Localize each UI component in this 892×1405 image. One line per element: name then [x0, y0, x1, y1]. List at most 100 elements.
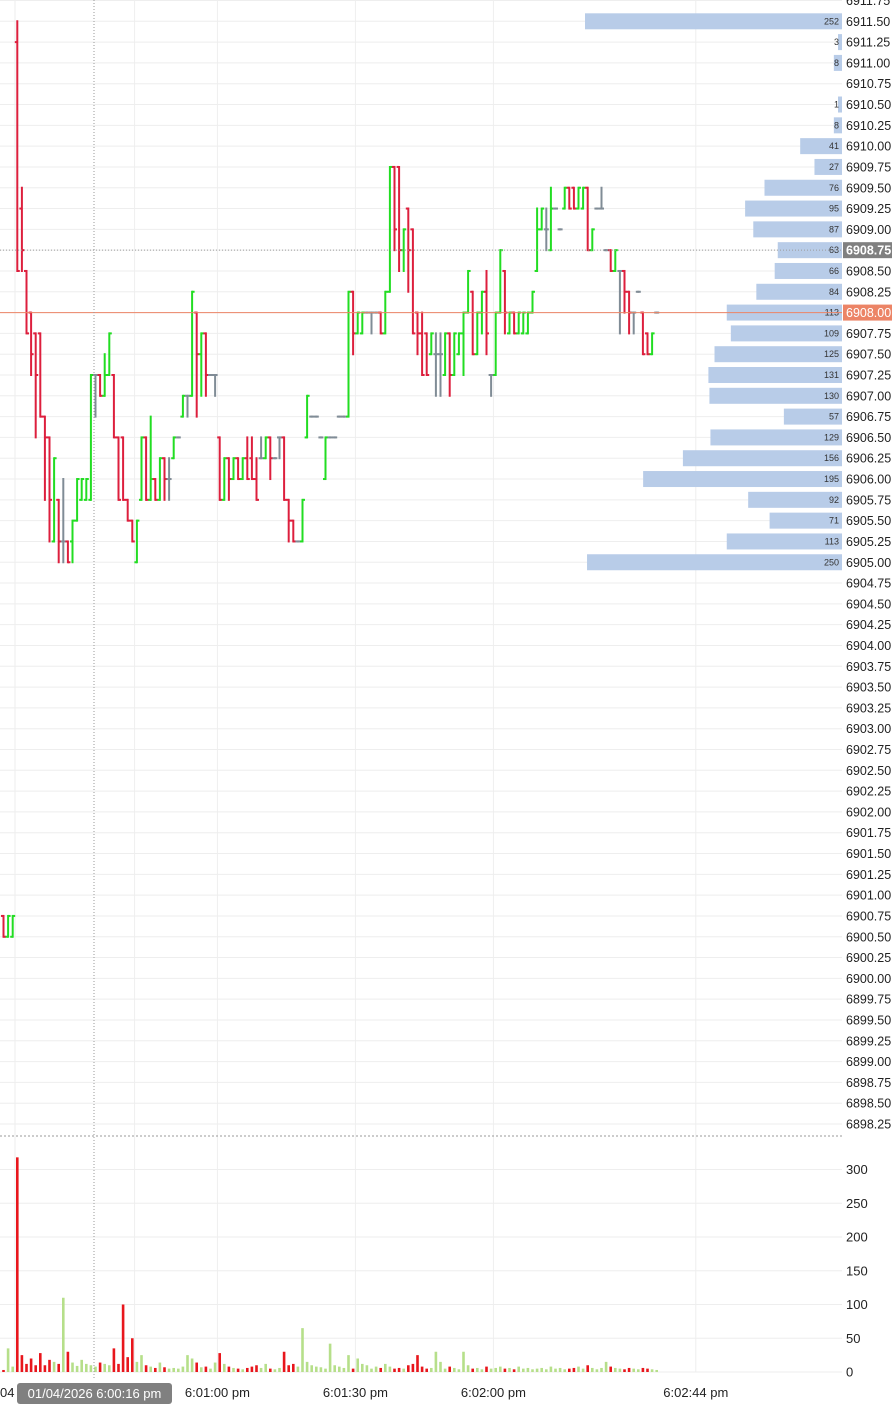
- volume-bar: [246, 1367, 249, 1372]
- ohlc-bar: [56, 498, 62, 564]
- volume-bar: [466, 1365, 470, 1372]
- ohlc-bar: [359, 311, 365, 335]
- volume-bar: [6, 1348, 10, 1372]
- volume-profile-label: 250: [824, 557, 839, 567]
- ohlc-bar: [171, 436, 177, 460]
- ohlc-bar: [571, 186, 577, 210]
- volume-profile-bar: [708, 367, 842, 383]
- volume-tick-label: 0: [846, 1365, 853, 1380]
- volume-bar: [545, 1369, 548, 1372]
- volume-bar: [131, 1338, 134, 1372]
- price-tick-label: 6898.50: [846, 1097, 891, 1111]
- ohlc-bar: [28, 311, 34, 376]
- time-tick-label: 04: [0, 1385, 14, 1400]
- ohlc-bar: [24, 269, 29, 335]
- ohlc-bar: [277, 436, 282, 460]
- ohlc-bar: [240, 457, 246, 481]
- volume-profile-label: 66: [829, 266, 839, 276]
- ohlc-bar: [111, 374, 117, 439]
- volume-profile-label: 113: [825, 536, 839, 546]
- ohlc-bar: [5, 914, 11, 938]
- volume-bar: [227, 1366, 231, 1372]
- volume-bar: [453, 1367, 456, 1372]
- ohlc-bar: [152, 478, 158, 501]
- volume-bar: [407, 1365, 410, 1372]
- price-tick-label: 6900.75: [846, 909, 891, 923]
- volume-bar: [75, 1365, 79, 1372]
- ohlc-bar: [617, 269, 623, 335]
- crosshair-time-label: 01/04/2026 6:00:16 pm: [28, 1386, 162, 1401]
- price-tick-label: 6902.00: [846, 805, 891, 819]
- ohlc-bar: [502, 269, 508, 335]
- price-tick-label: 6900.00: [846, 972, 891, 986]
- volume-bar: [282, 1351, 286, 1372]
- volume-profile-label: 71: [829, 516, 839, 526]
- volume-bar: [223, 1363, 226, 1372]
- volume-bar: [154, 1367, 157, 1372]
- ohlc-bar: [129, 519, 135, 543]
- price-tick-label: 6907.25: [846, 369, 891, 383]
- volume-profile-bar: [709, 387, 842, 404]
- volume-profile-label: 252: [824, 16, 839, 26]
- ohlc-bar: [10, 914, 16, 938]
- price-tick-label: 6902.50: [846, 764, 891, 778]
- volume-bar: [577, 1366, 580, 1372]
- volume-bar: [62, 1297, 65, 1372]
- chart-root[interactable]: 252 3 8 1 8 41 27 76 95 87 63 66 84 113 109 125 131 130 57…: [0, 0, 892, 1405]
- volume-bar: [319, 1367, 323, 1372]
- volume-bar: [374, 1366, 378, 1372]
- volume-bar: [66, 1351, 70, 1372]
- ohlc-bar: [461, 311, 466, 376]
- volume-profile-label: 131: [824, 370, 839, 380]
- volume-bar: [370, 1368, 373, 1372]
- price-tick-label: 6905.25: [846, 535, 891, 549]
- volume-bar: [315, 1366, 318, 1372]
- price-tick-label: 6900.25: [846, 951, 891, 965]
- volume-bar: [650, 1369, 654, 1372]
- volume-bar: [269, 1368, 272, 1372]
- ohlc-bar: [341, 415, 347, 418]
- volume-bar: [393, 1368, 396, 1372]
- ohlc-bar: [272, 457, 278, 460]
- volume-bar: [16, 1157, 19, 1372]
- volume-profile-bar: [585, 13, 842, 30]
- volume-profile-label: 109: [824, 328, 839, 338]
- volume-bar: [591, 1367, 594, 1372]
- volume-bar: [328, 1343, 332, 1372]
- volume-bar: [632, 1368, 635, 1372]
- volume-profile-bar: [643, 471, 842, 488]
- volume-bar: [213, 1362, 217, 1372]
- volume-profile-label: 8: [834, 120, 839, 130]
- chart-canvas[interactable]: 2523818412776958763668411310912513113057…: [0, 0, 892, 1405]
- volume-bar: [448, 1366, 451, 1372]
- ohlc-bar: [562, 186, 568, 210]
- volume-bar: [411, 1363, 415, 1372]
- volume-profile-bar: [587, 554, 842, 571]
- volume-bar: [264, 1363, 267, 1372]
- ohlc-bar: [258, 436, 264, 460]
- volume-bar: [80, 1359, 83, 1372]
- volume-bar: [540, 1367, 543, 1372]
- ohlc-bar: [65, 540, 71, 564]
- time-tick-label: 6:01:00 pm: [185, 1385, 250, 1400]
- price-tick-label: 6898.25: [846, 1118, 891, 1132]
- ohlc-bar: [599, 186, 604, 210]
- volume-bar: [200, 1367, 203, 1372]
- price-tick-label: 6904.25: [846, 618, 891, 632]
- volume-bar: [135, 1361, 139, 1372]
- volume-bar: [301, 1328, 304, 1372]
- volume-profile-label: 3: [834, 37, 839, 47]
- price-tick-label: 6900.50: [846, 930, 891, 944]
- volume-bar: [310, 1365, 313, 1372]
- volume-bar: [489, 1368, 493, 1372]
- volume-bar: [126, 1357, 129, 1372]
- ohlc-bar: [410, 228, 416, 335]
- volume-bar: [34, 1365, 37, 1372]
- volume-bar: [163, 1367, 166, 1372]
- volume-bar: [347, 1355, 350, 1372]
- volume-bar: [526, 1367, 530, 1372]
- volume-profile-label: 8: [834, 58, 839, 68]
- volume-bar: [512, 1369, 516, 1372]
- volume-profile-bar: [682, 450, 842, 467]
- price-tick-label: 6910.00: [846, 140, 891, 154]
